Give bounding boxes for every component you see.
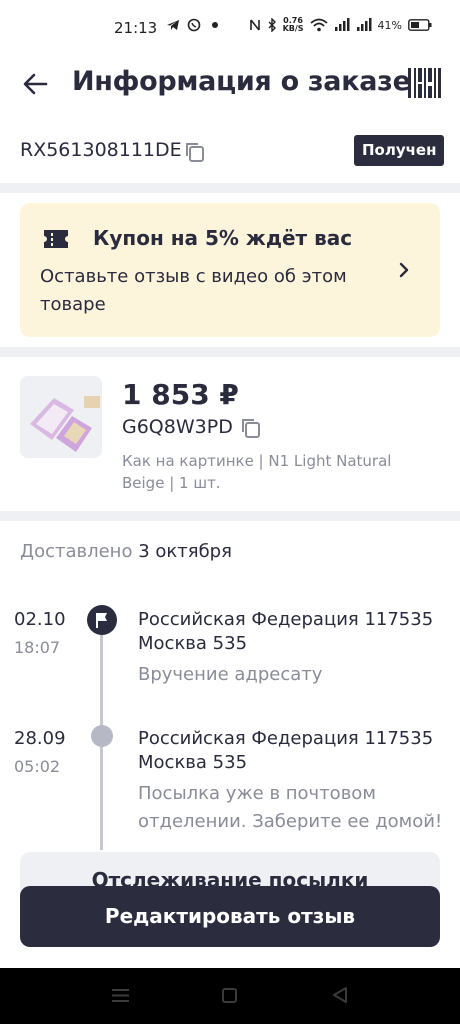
timeline-connector (100, 634, 103, 726)
coupon-description: Оставьте отзыв с видео об этом товаре (40, 266, 347, 315)
copy-icon[interactable] (239, 416, 263, 440)
event-time: 05:02 (14, 757, 61, 776)
viber-icon (187, 18, 201, 32)
home-icon[interactable] (222, 988, 237, 1003)
nfc-icon (249, 19, 260, 31)
notification-icons (166, 18, 222, 32)
network-speed: 0.76 KB/S (283, 17, 304, 33)
page-title: Информация о заказе (72, 66, 411, 97)
signal-icon (334, 18, 350, 31)
event-location: Российская Федерация 117535 Москва 535 (138, 609, 434, 654)
signal-icon-2 (356, 18, 372, 31)
battery-icon (408, 19, 432, 31)
system-indicators: 0.76 KB/S 41% (249, 17, 432, 33)
flag-icon (87, 605, 117, 635)
status-time: 21:13 (114, 19, 158, 37)
coupon-title: Купон на 5% ждёт вас (93, 226, 353, 250)
product-sku: G6Q8W3PD (122, 416, 233, 438)
tracking-number: RX561308111DE (20, 139, 182, 161)
section-divider (0, 183, 460, 193)
tracking-timeline: 02.10 18:07 Российская Федерация 117535 … (0, 600, 460, 850)
battery-percent: 41% (377, 18, 402, 32)
event-status: Посылка уже в почтовом отделении. Забери… (138, 783, 443, 832)
dot-icon (212, 22, 218, 28)
coupon-banner[interactable]: Купон на 5% ждёт вас Оставьте отзыв с ви… (20, 203, 440, 337)
product-variant: Как на картинке | N1 Light Natural Beige… (122, 452, 392, 492)
timeline-dot (91, 725, 113, 747)
back-triangle-icon[interactable] (331, 986, 349, 1004)
status-bar: 21:13 0.76 KB/S 41% (0, 0, 460, 56)
order-status-badge: Получен (354, 135, 445, 166)
event-location: Российская Федерация 117535 Москва 535 (138, 728, 434, 773)
product-price: 1 853 ₽ (122, 378, 239, 411)
menu-icon[interactable] (112, 988, 129, 1003)
delivery-label: Доставлено (20, 541, 133, 562)
delivery-date: 3 октября (138, 541, 232, 562)
order-number-row: RX561308111DE Получен (0, 130, 460, 174)
wifi-icon (309, 18, 328, 32)
network-speed-unit: KB/S (282, 24, 304, 33)
event-date: 28.09 (14, 728, 66, 749)
product-image[interactable] (20, 376, 102, 458)
event-time: 18:07 (14, 638, 61, 657)
product-item[interactable]: 1 853 ₽ G6Q8W3PD Как на картинке | N1 Li… (0, 358, 460, 512)
event-status: Вручение адресату (138, 664, 323, 685)
ticket-icon (44, 230, 68, 248)
copy-icon[interactable] (183, 140, 207, 164)
app-header: Информация о заказе (0, 56, 460, 112)
section-divider (0, 511, 460, 521)
system-nav-bar (0, 968, 460, 1024)
timeline-connector (100, 746, 103, 850)
event-date: 02.10 (14, 609, 66, 630)
arrow-left-icon[interactable] (18, 66, 54, 102)
compact-powder-image (20, 376, 102, 458)
barcode-icon[interactable] (406, 66, 442, 100)
chevron-right-icon (399, 262, 409, 278)
delivery-summary: Доставлено 3 октября (20, 541, 232, 562)
section-divider (0, 347, 460, 357)
edit-review-button[interactable]: Редактировать отзыв (20, 886, 440, 947)
telegram-icon (167, 20, 179, 30)
bluetooth-icon (268, 18, 276, 32)
